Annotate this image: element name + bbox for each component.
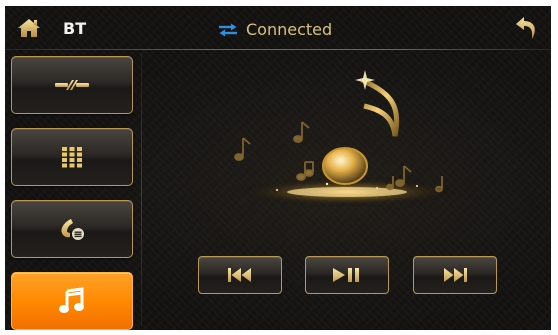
play-pause-icon [333, 268, 359, 282]
sidebar-divider [141, 54, 142, 326]
header-divider [5, 49, 551, 50]
page-title: BT [63, 19, 87, 38]
play-pause-button[interactable] [305, 256, 389, 294]
sidebar-item-bluetooth-pair[interactable] [11, 56, 133, 114]
top-bar: BT Connected [5, 6, 551, 50]
connection-status: Connected [217, 20, 332, 40]
back-arrow-icon[interactable] [513, 15, 541, 41]
skip-previous-icon [228, 268, 251, 282]
music-art-graphic [234, 70, 457, 206]
home-icon[interactable] [17, 18, 41, 38]
skip-next-icon [444, 268, 467, 282]
next-track-button[interactable] [413, 256, 497, 294]
bt-music-screen: BT Connected [5, 6, 551, 330]
swap-arrows-icon [219, 23, 237, 37]
sidebar-item-bt-music[interactable] [11, 272, 133, 330]
sidebar-item-dial-pad[interactable] [11, 128, 133, 186]
phone-list-icon [61, 219, 84, 240]
previous-track-button[interactable] [198, 256, 282, 294]
sidebar-item-call-log[interactable] [11, 200, 133, 258]
status-text: Connected [246, 20, 333, 39]
keypad-icon [62, 147, 82, 168]
music-note-icon [59, 287, 84, 313]
link-icon [55, 80, 89, 90]
